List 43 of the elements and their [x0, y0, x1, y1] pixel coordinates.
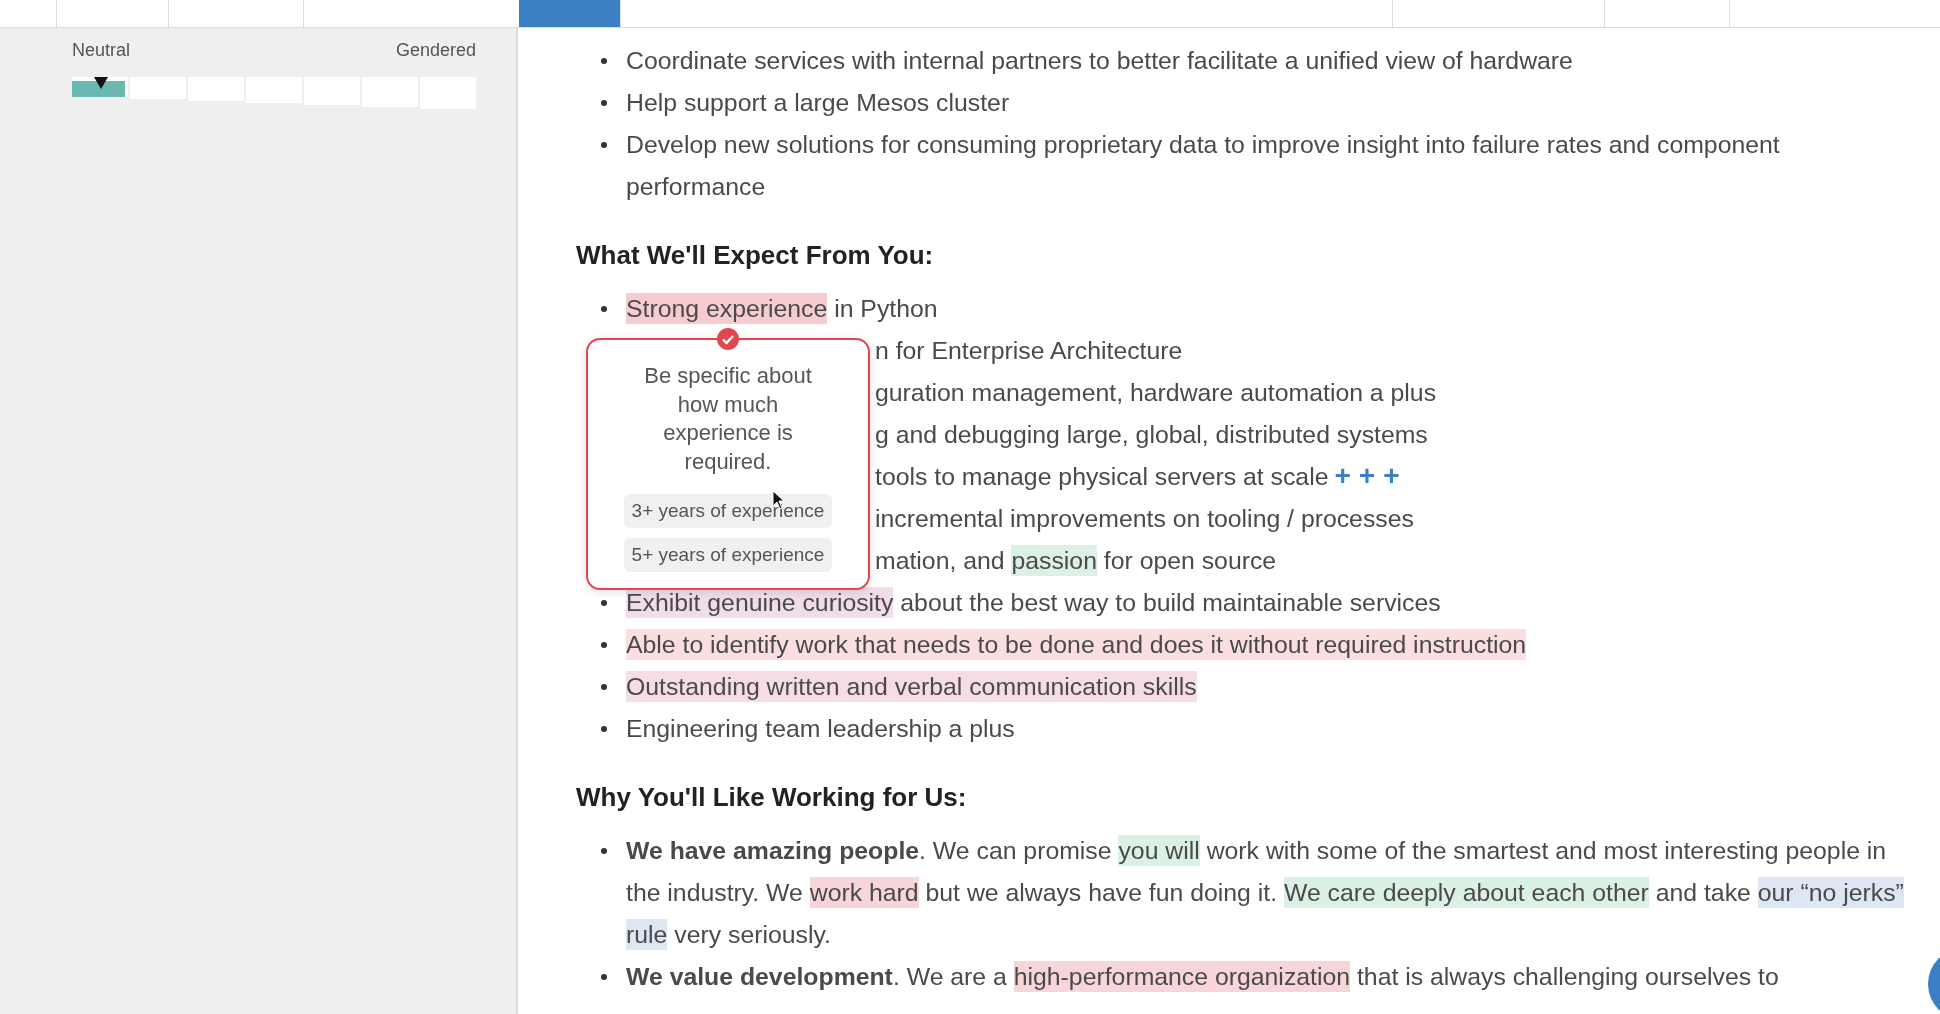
list-item-text: mation, and passion for open source [875, 544, 1277, 578]
suggestion-option[interactable]: 3+ years of experience [623, 494, 833, 528]
list-item-text: Coordinate services with internal partners to better facilitate a unified view of hardware [626, 46, 1573, 76]
bullet-icon [601, 306, 607, 312]
list-item-text: tools to manage physical servers at scale [875, 462, 1329, 492]
list-item-text: Strong experience in Python [626, 292, 938, 326]
list-item-text: guration management, hardware automation a plus [875, 378, 1437, 408]
bullet-icon [601, 684, 607, 690]
list-item-text: Engineering team leadership a plus [626, 714, 1015, 744]
highlighted-phrase: Outstanding written and verbal communication skills [626, 671, 1197, 702]
tab[interactable] [519, 0, 620, 27]
meter-label: Neutral [72, 40, 131, 61]
section-heading: Why You'll Like Working for Us: [576, 781, 968, 814]
bullet-icon [601, 600, 607, 606]
bullet-icon [601, 848, 607, 854]
meter-label: Gendered [395, 40, 476, 61]
suggestion-option[interactable]: 5+ years of experience [623, 538, 833, 572]
bullet-icon [601, 974, 607, 980]
list-item-text: Help support a large Mesos cluster [626, 88, 1010, 118]
list-item-text: We have amazing people. We can promise you will work with some of the smartest and most interesting people in the industry. We work hard but we always have fun doing it. We care deeply about each other and take our “no jerks” rule very seriously. [626, 834, 1905, 952]
bullet-icon [601, 58, 607, 64]
highlighted-phrase: work hard [809, 877, 919, 908]
add-button[interactable]: + [1356, 456, 1378, 496]
highlighted-phrase: high-performance organization [1013, 961, 1351, 992]
highlighted-phrase: you will [1118, 835, 1200, 866]
list-item-text: Develop new solutions for consuming proprietary data to improve insight into failure rates and component performance [626, 130, 1781, 202]
bullet-icon [601, 726, 607, 732]
bullet-icon [601, 100, 607, 106]
bullet-icon [601, 142, 607, 148]
list-item-text: n for Enterprise Architecture [875, 336, 1183, 366]
highlighted-phrase: We care deeply about each other [1283, 877, 1649, 908]
marker-icon [94, 77, 108, 89]
suggestion-text: Be specific about how much experience is required. [643, 362, 813, 476]
highlighted-phrase: Able to identify work that needs to be done and does it without required instruction [626, 629, 1527, 660]
bullet-icon [601, 642, 607, 648]
list-item-text: incremental improvements on tooling / processes [875, 504, 1414, 534]
add-button[interactable]: + [1381, 456, 1402, 496]
highlighted-phrase: passion [1011, 545, 1097, 576]
section-heading: What We'll Expect From You: [576, 239, 935, 272]
add-button[interactable]: + [1332, 456, 1353, 496]
list-item-text: g and debugging large, global, distributed systems [875, 420, 1428, 450]
list-item-text: We value development. We are a high-performance organization that is always challenging ourselves to [626, 960, 1779, 994]
highlighted-phrase: Strong experience [626, 293, 828, 324]
